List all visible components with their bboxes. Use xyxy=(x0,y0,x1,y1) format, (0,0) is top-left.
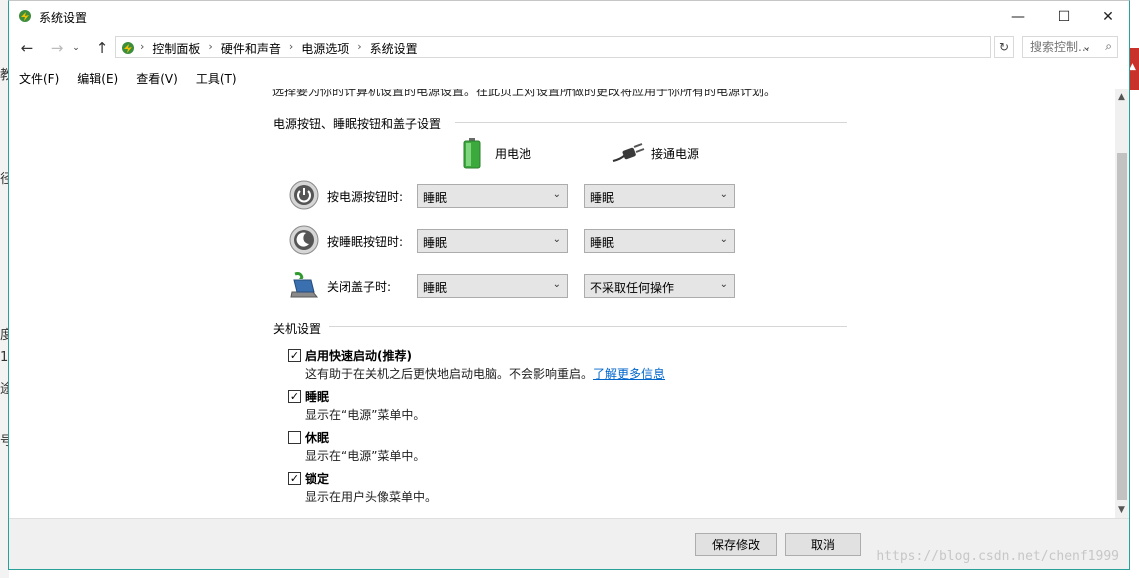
select-value: 睡眠 xyxy=(590,236,615,250)
minimize-icon: — xyxy=(1011,8,1025,25)
close-lid-label: 关闭盖子时: xyxy=(327,280,392,294)
window-title: 系统设置 xyxy=(39,11,88,25)
power-options-icon xyxy=(19,10,31,22)
chevron-down-icon: ⌄ xyxy=(552,279,561,290)
save-changes-button[interactable]: 保存修改 xyxy=(695,533,777,556)
breadcrumb[interactable]: › 控制面板 › 硬件和声音 › 电源选项 › 系统设置 ⌄ xyxy=(115,36,1091,58)
breadcrumb-separator: › xyxy=(357,40,362,53)
menu-view[interactable]: 查看(V) xyxy=(126,67,186,89)
section-divider xyxy=(455,122,847,123)
vertical-scrollbar[interactable]: ▲ ▼ xyxy=(1115,89,1129,519)
intro-text: 选择要为你的计算机设置的电源设置。在此页上对设置所做的更改将应用于你所有的电源计… xyxy=(272,89,777,98)
forward-arrow-icon: → xyxy=(50,39,64,57)
breadcrumb-separator: › xyxy=(288,40,294,53)
sleep-button-label: 按睡眠按钮时: xyxy=(327,235,404,249)
back-arrow-icon: ← xyxy=(20,39,34,57)
control-panel-icon xyxy=(122,42,134,54)
breadcrumb-item-system-settings[interactable]: 系统设置 xyxy=(370,40,418,57)
battery-column-label: 用电池 xyxy=(495,146,532,161)
fast-startup-label[interactable]: 启用快速启动(推荐) xyxy=(305,347,412,364)
select-value: 睡眠 xyxy=(423,236,448,250)
section-divider xyxy=(329,326,847,327)
forward-button[interactable]: → xyxy=(46,38,68,58)
chevron-down-icon: ⌄ xyxy=(552,234,561,245)
maximize-button[interactable]: ☐ xyxy=(1041,1,1087,32)
settings-content: 选择要为你的计算机设置的电源设置。在此页上对设置所做的更改将应用于你所有的电源计… xyxy=(9,89,1115,519)
battery-column-header: 用电池 xyxy=(461,137,531,169)
scroll-up-icon[interactable]: ▲ xyxy=(1118,92,1125,102)
chevron-down-icon: ⌄ xyxy=(719,189,728,200)
refresh-button[interactable]: ↻ xyxy=(994,36,1014,58)
plugged-in-column-header: 接通电源 xyxy=(611,141,699,165)
sleep-button-battery-select[interactable]: 睡眠 ⌄ xyxy=(417,229,568,253)
title-bar: 系统设置 — ☐ ✕ xyxy=(9,1,1129,32)
select-value: 不采取任何操作 xyxy=(590,281,675,295)
breadcrumb-separator: › xyxy=(140,40,145,53)
minimize-button[interactable]: — xyxy=(995,1,1041,32)
breadcrumb-separator: › xyxy=(208,40,213,53)
sleep-button-plugged-select[interactable]: 睡眠 ⌄ xyxy=(584,229,735,253)
breadcrumb-item-power-options[interactable]: 电源选项 xyxy=(301,40,349,57)
menu-edit[interactable]: 编辑(E) xyxy=(67,67,126,89)
dialog-footer: 保存修改 取消 https://blog.csdn.net/chenf1999 xyxy=(9,518,1129,569)
search-input[interactable] xyxy=(1023,37,1100,56)
fast-startup-description: 这有助于在关机之后更快地启动电脑。不会影响重启。了解更多信息 xyxy=(305,365,665,382)
up-arrow-icon: ↑ xyxy=(95,39,109,57)
sleep-description: 显示在“电源”菜单中。 xyxy=(305,408,426,422)
chevron-down-icon: ⌄ xyxy=(72,43,80,53)
select-value: 睡眠 xyxy=(423,281,448,295)
maximize-icon: ☐ xyxy=(1057,8,1071,25)
back-button[interactable]: ← xyxy=(16,38,38,58)
menu-file[interactable]: 文件(F) xyxy=(9,67,67,89)
power-button-battery-select[interactable]: 睡眠 ⌄ xyxy=(417,184,568,208)
lock-label[interactable]: 锁定 xyxy=(305,470,329,487)
shutdown-section-title: 关机设置 xyxy=(273,322,322,336)
select-value: 睡眠 xyxy=(590,191,615,205)
power-button-icon xyxy=(289,180,319,210)
menu-bar: 文件(F) 编辑(E) 查看(V) 工具(T) xyxy=(9,67,245,89)
scrollbar-thumb[interactable] xyxy=(1117,153,1127,500)
hibernate-label[interactable]: 休眠 xyxy=(305,429,329,446)
power-plug-icon xyxy=(612,143,645,162)
plugged-in-column-label: 接通电源 xyxy=(651,146,700,161)
power-button-label: 按电源按钮时: xyxy=(327,190,404,204)
close-button[interactable]: ✕ xyxy=(1085,1,1131,32)
sleep-checkbox[interactable]: ✓ xyxy=(288,390,301,403)
sleep-label[interactable]: 睡眠 xyxy=(305,388,329,405)
search-box[interactable]: ⌕ xyxy=(1022,36,1118,58)
laptop-lid-icon xyxy=(290,272,319,298)
search-icon: ⌕ xyxy=(1105,39,1112,53)
lock-checkbox[interactable]: ✓ xyxy=(288,472,301,485)
chevron-down-icon: ⌄ xyxy=(719,234,728,245)
battery-icon xyxy=(463,138,481,169)
menu-tools[interactable]: 工具(T) xyxy=(186,67,245,89)
breadcrumb-item-hardware-sound[interactable]: 硬件和声音 xyxy=(221,40,281,57)
address-bar: ← → ⌄ ↑ › 控制面板 › 硬件和声音 › 电源选项 › 系统设置 ⌄ ↻ xyxy=(9,34,1129,62)
up-button[interactable]: ↑ xyxy=(91,38,113,58)
chevron-down-icon: ⌄ xyxy=(719,279,728,290)
hibernate-description: 显示在“电源”菜单中。 xyxy=(305,449,426,463)
breadcrumb-item-control-panel[interactable]: 控制面板 xyxy=(152,40,200,57)
chevron-down-icon: ⌄ xyxy=(552,189,561,200)
power-button-plugged-select[interactable]: 睡眠 ⌄ xyxy=(584,184,735,208)
watermark-text: https://blog.csdn.net/chenf1999 xyxy=(876,549,1119,564)
learn-more-link[interactable]: 了解更多信息 xyxy=(593,367,665,381)
close-lid-battery-select[interactable]: 睡眠 ⌄ xyxy=(417,274,568,298)
refresh-icon: ↻ xyxy=(998,40,1010,54)
recent-locations-button[interactable]: ⌄ xyxy=(70,38,82,58)
cancel-button[interactable]: 取消 xyxy=(785,533,861,556)
select-value: 睡眠 xyxy=(423,191,448,205)
scroll-down-icon[interactable]: ▼ xyxy=(1118,505,1125,515)
system-settings-window: 系统设置 — ☐ ✕ ← → ⌄ ↑ › 控制面板 › 硬件和声音 › 电源选项… xyxy=(8,0,1130,570)
lock-description: 显示在用户头像菜单中。 xyxy=(305,490,438,504)
fast-startup-desc-text: 这有助于在关机之后更快地启动电脑。不会影响重启。 xyxy=(305,367,594,381)
power-section-title: 电源按钮、睡眠按钮和盖子设置 xyxy=(273,117,442,131)
close-lid-plugged-select[interactable]: 不采取任何操作 ⌄ xyxy=(584,274,735,298)
fast-startup-checkbox[interactable]: ✓ xyxy=(288,349,301,362)
close-icon: ✕ xyxy=(1102,8,1114,25)
hibernate-checkbox[interactable] xyxy=(288,431,301,444)
sleep-button-icon xyxy=(289,225,319,255)
